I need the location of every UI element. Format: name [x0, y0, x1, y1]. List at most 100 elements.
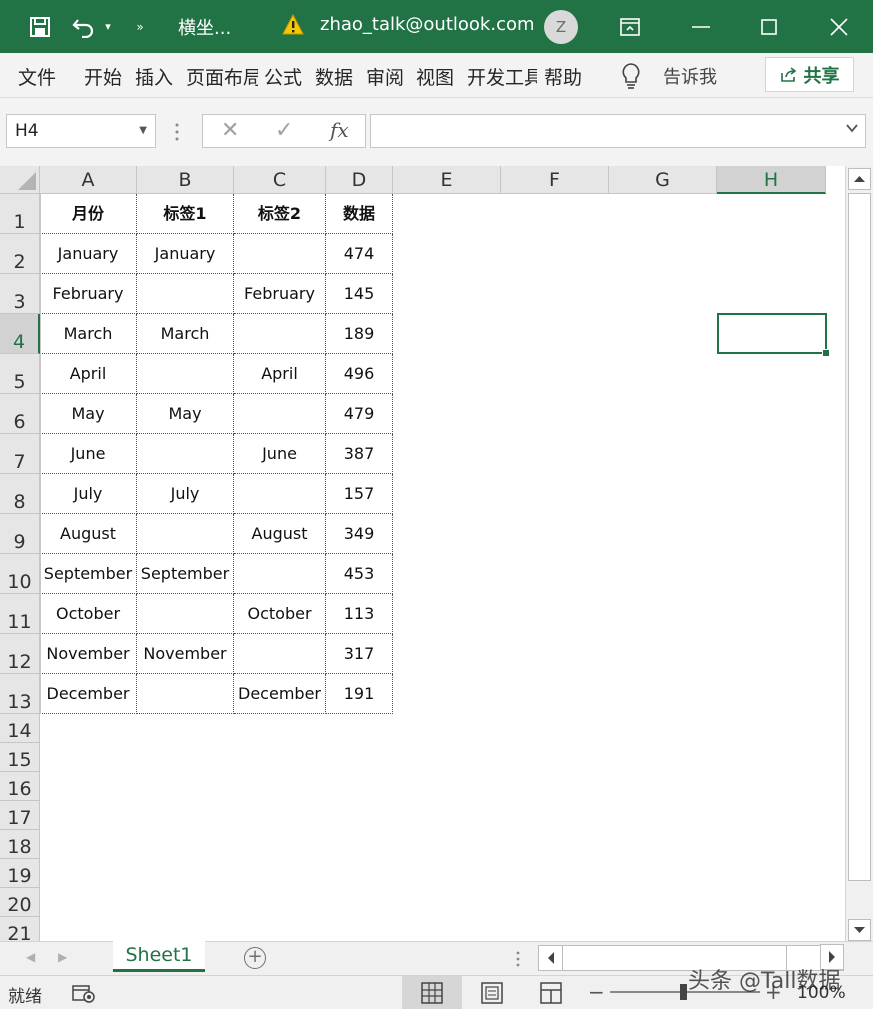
name-box[interactable]: H4 ▼	[6, 114, 156, 148]
cell-b5[interactable]	[137, 354, 234, 394]
cell-a10[interactable]: September	[40, 554, 137, 594]
add-sheet-icon[interactable]: +	[244, 947, 266, 969]
insert-function-icon[interactable]: fx	[330, 118, 349, 142]
row-header-4[interactable]: 4	[0, 314, 40, 354]
cell-b8[interactable]: July	[137, 474, 234, 514]
tab-split-handle-icon[interactable]	[516, 950, 520, 968]
tab-help[interactable]: 帮助	[544, 63, 588, 90]
row-header-11[interactable]: 11	[0, 594, 40, 634]
row-header-3[interactable]: 3	[0, 274, 40, 314]
cell-a5[interactable]: April	[40, 354, 137, 394]
prev-sheet-icon[interactable]: ◀	[26, 950, 35, 964]
row-header-17[interactable]: 17	[0, 801, 40, 830]
next-sheet-icon[interactable]: ▶	[58, 950, 67, 964]
cell-c12[interactable]	[234, 634, 326, 674]
row-header-15[interactable]: 15	[0, 743, 40, 772]
page-layout-view-icon[interactable]	[481, 982, 503, 1004]
row-header-10[interactable]: 10	[0, 554, 40, 594]
cell-d6[interactable]: 479	[326, 394, 393, 434]
cell-c13[interactable]: December	[234, 674, 326, 714]
share-button[interactable]: 共享	[765, 57, 854, 92]
row-header-16[interactable]: 16	[0, 772, 40, 801]
row-header-9[interactable]: 9	[0, 514, 40, 554]
cell-d1[interactable]: 数据	[326, 194, 393, 234]
cell-a2[interactable]: January	[40, 234, 137, 274]
enter-icon[interactable]: ✓	[275, 118, 293, 143]
cell-a7[interactable]: June	[40, 434, 137, 474]
name-box-dropdown-icon[interactable]: ▼	[139, 125, 147, 136]
maximize-icon[interactable]	[746, 0, 792, 53]
tab-file[interactable]: 文件	[18, 63, 62, 90]
cell-a6[interactable]: May	[40, 394, 137, 434]
cell-d12[interactable]: 317	[326, 634, 393, 674]
row-header-2[interactable]: 2	[0, 234, 40, 274]
cell-b7[interactable]	[137, 434, 234, 474]
row-header-6[interactable]: 6	[0, 394, 40, 434]
cell-a13[interactable]: December	[40, 674, 137, 714]
tab-review[interactable]: 审阅	[366, 63, 410, 90]
row-header-1[interactable]: 1	[0, 194, 40, 234]
minimize-icon[interactable]	[678, 0, 724, 53]
tab-data[interactable]: 数据	[315, 63, 359, 90]
ribbon-display-options-icon[interactable]	[612, 0, 648, 53]
macro-record-icon[interactable]	[72, 984, 96, 1004]
worksheet-grid[interactable]: A B C D E F G H 1 2 3 4 5 6 7 8 9 10 11 12 13 14 15 16 17 18 19 20 2…	[0, 166, 845, 941]
cell-c5[interactable]: April	[234, 354, 326, 394]
row-header-19[interactable]: 19	[0, 859, 40, 888]
cell-c8[interactable]	[234, 474, 326, 514]
expand-formula-bar-icon[interactable]	[845, 121, 859, 135]
tab-developer[interactable]: 开发工具	[467, 63, 537, 90]
cell-d7[interactable]: 387	[326, 434, 393, 474]
tab-page-layout[interactable]: 页面布局	[186, 63, 258, 90]
column-header-g[interactable]: G	[609, 166, 717, 194]
cell-d5[interactable]: 496	[326, 354, 393, 394]
cell-a4[interactable]: March	[40, 314, 137, 354]
column-header-e[interactable]: E	[393, 166, 501, 194]
account-name[interactable]: zhao_talk@outlook.com	[320, 14, 535, 35]
select-all-button[interactable]	[0, 166, 40, 194]
save-icon[interactable]	[24, 0, 56, 53]
zoom-slider-thumb[interactable]	[680, 984, 687, 1000]
cell-d9[interactable]: 349	[326, 514, 393, 554]
formula-input[interactable]	[370, 114, 866, 148]
cell-c3[interactable]: February	[234, 274, 326, 314]
row-header-21[interactable]: 21	[0, 917, 40, 941]
row-header-12[interactable]: 12	[0, 634, 40, 674]
undo-icon[interactable]	[68, 0, 100, 53]
tell-me-search[interactable]: 告诉我	[663, 63, 717, 89]
row-header-13[interactable]: 13	[0, 674, 40, 714]
cell-d2[interactable]: 474	[326, 234, 393, 274]
row-header-8[interactable]: 8	[0, 474, 40, 514]
cell-b1[interactable]: 标签1	[137, 194, 234, 234]
column-header-c[interactable]: C	[234, 166, 326, 194]
cell-b10[interactable]: September	[137, 554, 234, 594]
column-header-h[interactable]: H	[717, 166, 826, 194]
row-header-20[interactable]: 20	[0, 888, 40, 917]
scroll-left-icon[interactable]	[539, 946, 563, 970]
cell-b6[interactable]: May	[137, 394, 234, 434]
active-cell-h4[interactable]	[717, 313, 830, 357]
cell-b9[interactable]	[137, 514, 234, 554]
tab-insert[interactable]: 插入	[135, 63, 179, 90]
tab-view[interactable]: 视图	[416, 63, 460, 90]
vertical-scroll-thumb[interactable]	[848, 193, 871, 881]
undo-dropdown-icon[interactable]: ▾	[100, 0, 116, 53]
cell-d4[interactable]: 189	[326, 314, 393, 354]
cell-b12[interactable]: November	[137, 634, 234, 674]
close-icon[interactable]	[816, 0, 862, 53]
cell-b13[interactable]	[137, 674, 234, 714]
cell-d13[interactable]: 191	[326, 674, 393, 714]
cell-a9[interactable]: August	[40, 514, 137, 554]
cell-a8[interactable]: July	[40, 474, 137, 514]
row-header-14[interactable]: 14	[0, 714, 40, 743]
vertical-scrollbar[interactable]	[845, 166, 873, 941]
scroll-up-icon[interactable]	[848, 168, 871, 190]
warning-icon[interactable]	[282, 13, 304, 36]
tab-formulas[interactable]: 公式	[264, 63, 308, 90]
sheet-tab-sheet1[interactable]: Sheet1	[113, 941, 205, 972]
cell-b4[interactable]: March	[137, 314, 234, 354]
quick-access-more-icon[interactable]: »	[130, 0, 150, 53]
cell-b2[interactable]: January	[137, 234, 234, 274]
cell-d3[interactable]: 145	[326, 274, 393, 314]
cell-b11[interactable]	[137, 594, 234, 634]
